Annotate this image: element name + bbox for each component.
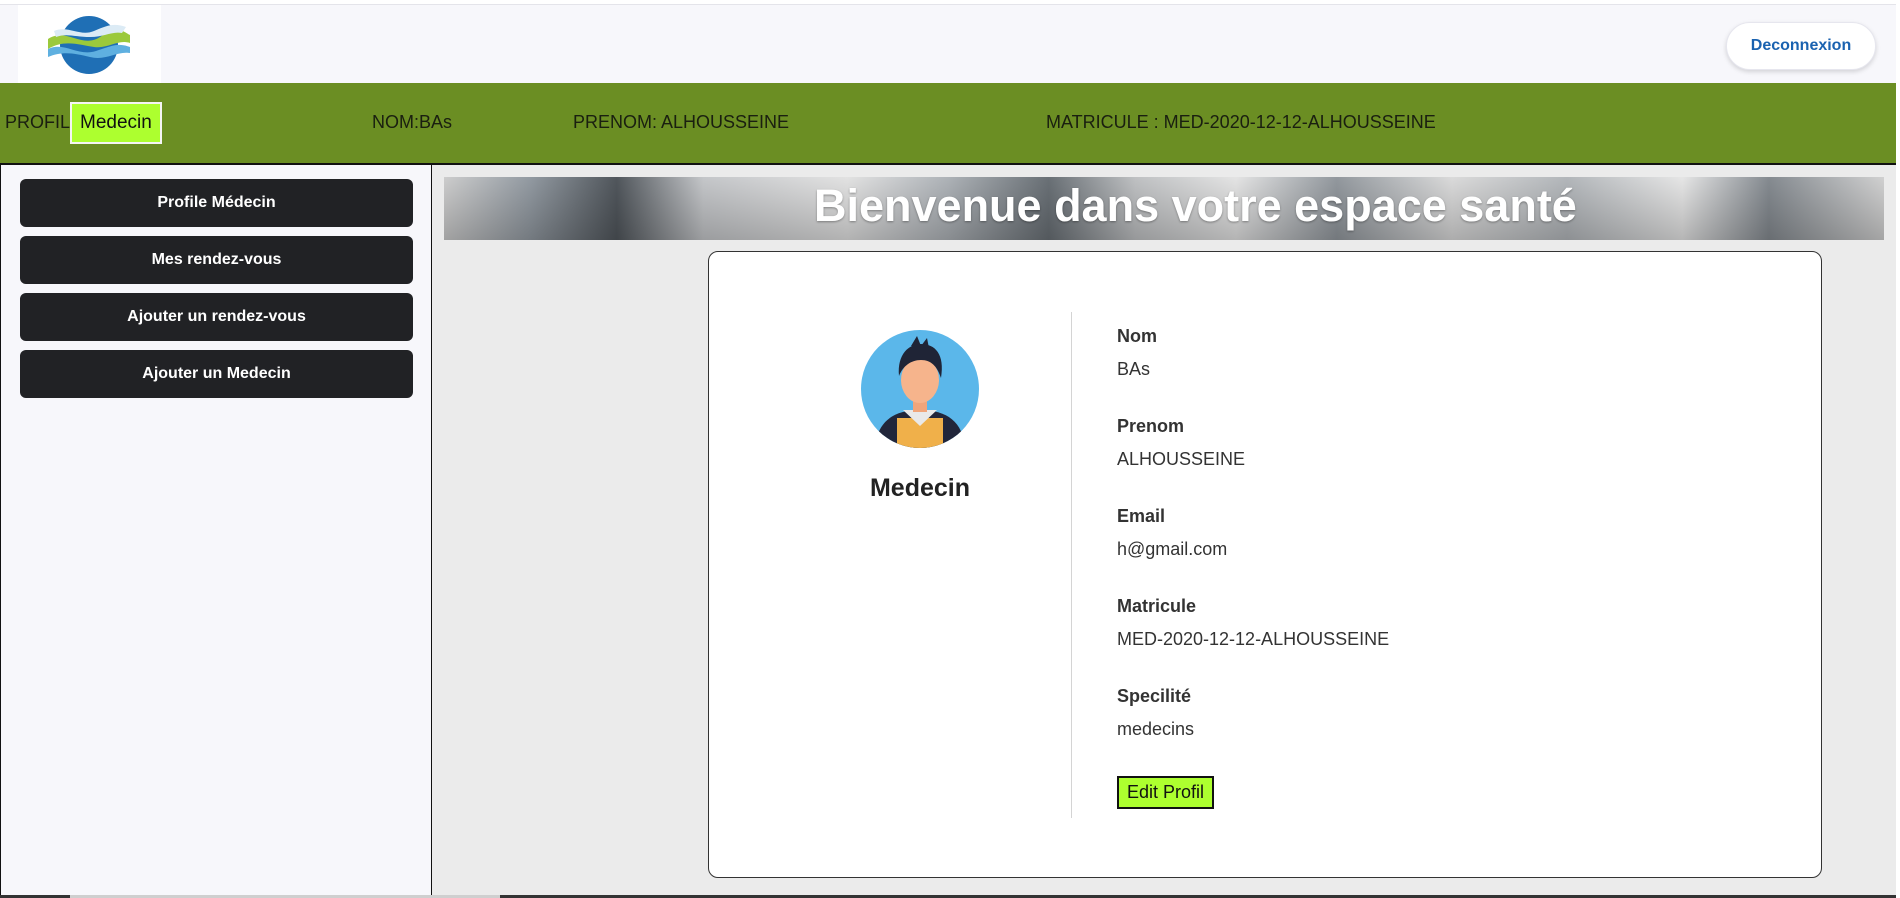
sidebar-item-profile-medecin[interactable]: Profile Médecin: [20, 179, 413, 227]
sidebar-item-mes-rendez-vous[interactable]: Mes rendez-vous: [20, 236, 413, 284]
field-value-specialite: medecins: [1117, 719, 1195, 739]
field-label-prenom: Prenom: [1117, 416, 1185, 436]
sidebar: Profile Médecin Mes rendez-vous Ajouter …: [0, 163, 432, 898]
field-label-specialite: Specilité: [1117, 686, 1192, 706]
sidebar-item-ajouter-rendez-vous[interactable]: Ajouter un rendez-vous: [20, 293, 413, 341]
waves-logo-icon: [48, 16, 130, 74]
profile-card: Medecin Nom BAs Prenom ALHOUSSEINE Email…: [708, 251, 1822, 878]
field-label-email: Email: [1117, 506, 1166, 526]
logo[interactable]: [18, 5, 161, 84]
sidebar-item-ajouter-medecin[interactable]: Ajouter un Medecin: [20, 350, 413, 398]
nom-info: NOM:BAs: [372, 112, 453, 132]
matricule-info: MATRICULE : MED-2020-12-12-ALHOUSSEINE: [1046, 112, 1436, 132]
welcome-banner: Bienvenue dans votre espace santé: [444, 177, 1884, 240]
user-info-bar: PROFIL: Medecin NOM:BAs PRENOM: ALHOUSSE…: [0, 83, 1896, 163]
field-value-email: h@gmail.com: [1117, 539, 1228, 559]
field-value-matricule: MED-2020-12-12-ALHOUSSEINE: [1117, 629, 1390, 649]
banner-title: Bienvenue dans votre espace santé: [814, 180, 1577, 231]
profile-role-name: Medecin: [869, 474, 971, 502]
top-header: Deconnexion: [0, 4, 1896, 84]
field-label-nom: Nom: [1117, 326, 1157, 346]
profil-badge: Medecin: [70, 102, 162, 144]
card-divider: [1071, 312, 1072, 818]
prenom-info: PRENOM: ALHOUSSEINE: [573, 112, 790, 132]
profil-label: PROFIL:: [5, 112, 76, 132]
main-content: Bienvenue dans votre espace santé Medeci…: [432, 163, 1896, 898]
field-label-matricule: Matricule: [1117, 596, 1197, 616]
field-value-prenom: ALHOUSSEINE: [1117, 449, 1246, 469]
edit-profile-button[interactable]: Edit Profil: [1117, 776, 1215, 809]
field-value-nom: BAs: [1117, 359, 1151, 379]
doctor-avatar-icon: [861, 330, 979, 448]
logout-button[interactable]: Deconnexion: [1726, 22, 1876, 70]
